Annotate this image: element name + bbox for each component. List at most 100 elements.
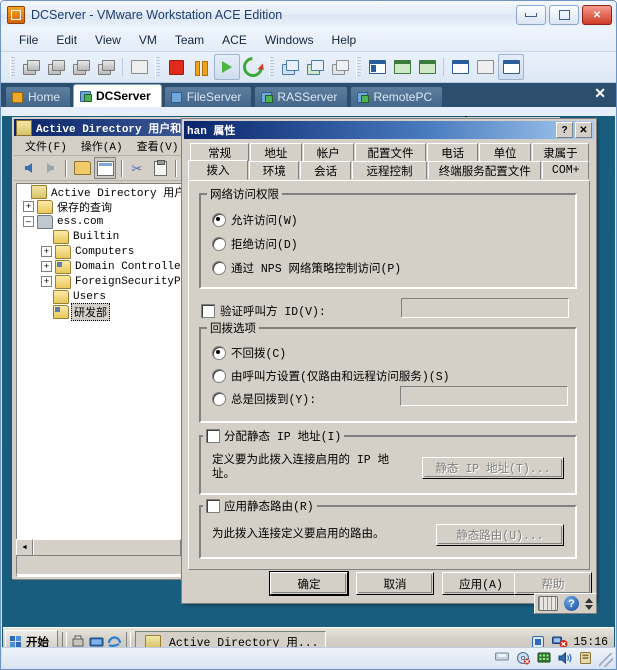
back-icon[interactable] — [18, 158, 38, 178]
dialog-help-button[interactable]: ? — [556, 122, 573, 138]
menu-windows[interactable]: Windows — [257, 31, 322, 49]
cancel-button[interactable]: 取消 — [356, 572, 434, 595]
tab-home[interactable]: Home — [5, 86, 72, 107]
power-on-snapshot-icon[interactable] — [19, 55, 43, 79]
fullscreen-icon[interactable] — [390, 55, 414, 79]
tab-organization[interactable]: 单位 — [479, 143, 531, 161]
tab-remote-control[interactable]: 远程控制 — [351, 161, 428, 179]
tab-fileserver[interactable]: FileServer — [163, 86, 253, 107]
revert-icon[interactable] — [303, 55, 327, 79]
floppy-icon[interactable] — [495, 651, 509, 665]
scroll-left-button[interactable]: ◄ — [16, 539, 33, 556]
static-ip-legend-wrap[interactable]: 分配静态 IP 地址(I) — [203, 428, 345, 444]
help-button[interactable]: 帮助 — [514, 572, 592, 595]
delete-snapshot-icon[interactable] — [94, 55, 118, 79]
network-icon[interactable] — [537, 651, 551, 665]
static-ip-address-button[interactable]: 静态 IP 地址(T)... — [422, 457, 564, 479]
suspend-icon[interactable] — [189, 55, 213, 79]
radio-nps-control[interactable]: 通过 NPS 网络策略控制访问(P) — [212, 260, 401, 276]
radio-icon[interactable] — [212, 392, 226, 406]
menu-file[interactable]: File — [11, 31, 46, 49]
tab-dcserver[interactable]: DCServer — [73, 84, 162, 107]
toolbar-grip-4[interactable] — [356, 57, 361, 77]
forward-icon[interactable] — [40, 158, 60, 178]
radio-icon[interactable] — [212, 237, 226, 251]
cdrom-icon[interactable] — [516, 651, 530, 665]
close-button[interactable]: ✕ — [582, 5, 612, 25]
verify-caller-id-checkbox[interactable]: 验证呼叫方 ID(V): — [201, 303, 326, 319]
menu-vm[interactable]: VM — [131, 31, 165, 49]
tree-item-builtin[interactable]: Builtin — [17, 229, 201, 244]
checkbox-icon[interactable] — [201, 304, 215, 318]
tab-general[interactable]: 常规 — [190, 143, 250, 161]
menu-help[interactable]: Help — [324, 31, 365, 49]
expander-plus-icon[interactable]: + — [41, 276, 52, 287]
paste-icon[interactable] — [150, 158, 170, 178]
scrollbar-thumb[interactable] — [33, 539, 181, 556]
radio-no-callback[interactable]: 不回拨(C) — [212, 345, 286, 361]
ok-button[interactable]: 确定 — [269, 571, 349, 596]
show-sidebar-icon[interactable] — [365, 55, 389, 79]
tree-item-saved-queries[interactable]: + 保存的查询 — [17, 199, 201, 215]
resize-grip[interactable] — [599, 653, 613, 667]
tab-profile[interactable]: 配置文件 — [354, 143, 426, 161]
radio-deny-access[interactable]: 拒绝访问(D) — [212, 236, 298, 252]
menu-edit[interactable]: Edit — [48, 31, 85, 49]
reset-icon[interactable] — [238, 52, 268, 82]
power-off-icon[interactable] — [164, 55, 188, 79]
menu-team[interactable]: Team — [167, 31, 212, 49]
cut-icon[interactable]: ✂ — [128, 158, 148, 178]
tree-item-root[interactable]: Active Directory 用户和计 — [17, 184, 201, 200]
expander-plus-icon[interactable]: + — [23, 201, 34, 212]
revert-snapshot-icon[interactable] — [44, 55, 68, 79]
radio-icon[interactable] — [212, 369, 226, 383]
tree-item-domain[interactable]: – ess.com — [17, 214, 201, 229]
tree-item-rd-ou[interactable]: 研发部 — [17, 302, 201, 321]
sound-icon[interactable] — [558, 651, 572, 665]
tab-remotepc[interactable]: RemotePC — [350, 86, 444, 107]
console-tree[interactable]: Active Directory 用户和计 + 保存的查询 – ess.com — [16, 183, 202, 577]
keyboard-icon[interactable] — [538, 596, 558, 611]
tab-telephone[interactable]: 电话 — [427, 143, 479, 161]
manage-snapshots-icon[interactable] — [328, 55, 352, 79]
static-routes-legend-wrap[interactable]: 应用静态路由(R) — [203, 498, 317, 514]
usb-icon[interactable] — [579, 651, 593, 665]
minimize-button[interactable] — [516, 5, 546, 25]
spinner-icon[interactable] — [585, 597, 593, 610]
apply-static-routes-checkbox[interactable] — [206, 499, 220, 513]
dialog-close-button[interactable]: ✕ — [575, 122, 592, 138]
snapshot-manager-icon[interactable] — [69, 55, 93, 79]
radio-set-by-caller[interactable]: 由呼叫方设置(仅路由和远程访问服务)(S) — [212, 368, 450, 384]
apply-button[interactable]: 应用(A) — [442, 572, 520, 595]
tab-terminal-services-profile[interactable]: 终端服务配置文件 — [428, 161, 542, 179]
tree-item-foreign-security-principals[interactable]: + ForeignSecurityPr — [17, 274, 201, 289]
radio-icon[interactable] — [212, 261, 226, 275]
close-tab-button[interactable]: ✕ — [594, 86, 606, 100]
toolbar-grip-3[interactable] — [269, 57, 274, 77]
static-routes-button[interactable]: 静态路由(U)... — [436, 524, 564, 546]
summary-view-icon[interactable] — [473, 55, 497, 79]
quick-switch-icon[interactable] — [415, 55, 439, 79]
tab-environment[interactable]: 环境 — [249, 161, 300, 179]
vm-settings-icon[interactable] — [448, 55, 472, 79]
radio-always-callback[interactable]: 总是回拨到(Y): — [212, 391, 316, 407]
radio-icon[interactable] — [212, 213, 226, 227]
tree-item-computers[interactable]: + Computers — [17, 244, 201, 259]
callback-number-input[interactable] — [400, 386, 568, 406]
help-icon[interactable]: ? — [564, 596, 579, 611]
tab-rasserver[interactable]: RASServer — [254, 86, 349, 107]
ad-menu-action[interactable]: 操作(A) — [74, 137, 130, 155]
show-hide-console-tree-icon[interactable] — [94, 157, 116, 179]
expander-plus-icon[interactable]: + — [41, 246, 52, 257]
up-folder-icon[interactable] — [72, 158, 92, 178]
tab-dial-in[interactable]: 拨入 — [188, 160, 249, 180]
maximize-button[interactable] — [549, 5, 579, 25]
assign-static-ip-checkbox[interactable] — [206, 429, 220, 443]
expander-plus-icon[interactable]: + — [41, 261, 52, 272]
toolbar-grip[interactable] — [10, 57, 15, 77]
menu-view[interactable]: View — [87, 31, 129, 49]
ad-menu-view[interactable]: 查看(V) — [130, 137, 186, 155]
tab-sessions[interactable]: 会话 — [300, 161, 351, 179]
tab-com-plus[interactable]: COM+ — [542, 161, 590, 179]
power-on-icon[interactable] — [214, 54, 240, 80]
